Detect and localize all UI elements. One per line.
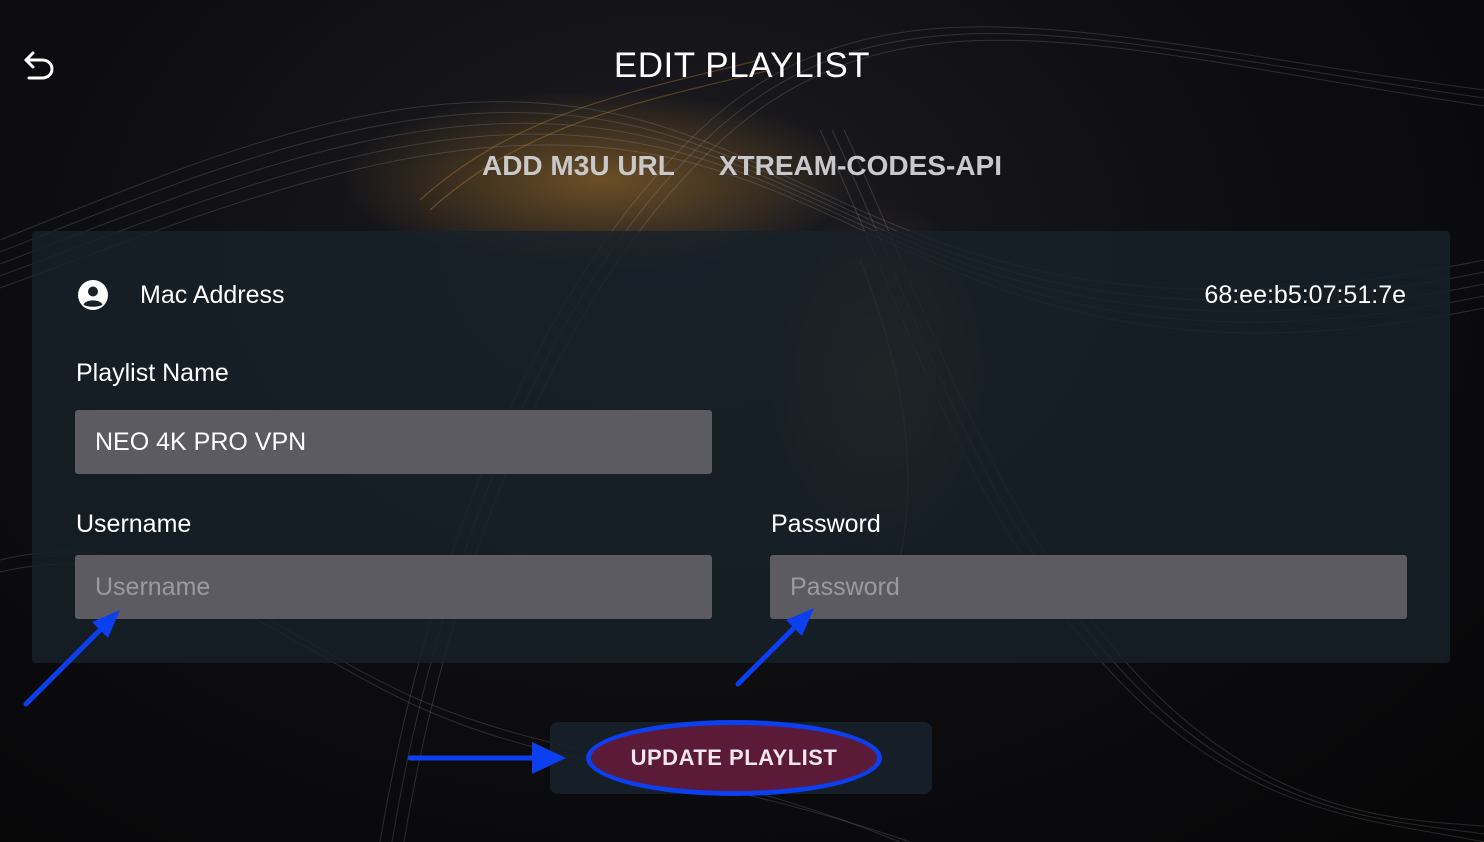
playlist-name-input[interactable]	[75, 410, 712, 474]
edit-playlist-screen: EDIT PLAYLIST ADD M3U URL XTREAM-CODES-A…	[0, 0, 1484, 842]
tab-xtream-codes-api[interactable]: XTREAM-CODES-API	[719, 148, 1002, 184]
mac-address-value: 68:ee:b5:07:51:7e	[1204, 280, 1406, 309]
username-input[interactable]	[75, 555, 712, 619]
username-label: Username	[76, 510, 192, 538]
update-playlist-button[interactable]: UPDATE PLAYLIST	[586, 720, 882, 796]
page-title: EDIT PLAYLIST	[613, 46, 871, 85]
user-circle-icon	[76, 278, 110, 312]
tab-bar: ADD M3U URL XTREAM-CODES-API	[0, 148, 1484, 184]
mac-address-row: Mac Address 68:ee:b5:07:51:7e	[76, 275, 1406, 315]
update-button-container: UPDATE PLAYLIST	[550, 720, 932, 796]
password-label: Password	[771, 510, 881, 538]
mac-address-label: Mac Address	[140, 280, 285, 309]
tab-add-m3u-url[interactable]: ADD M3U URL	[482, 148, 675, 184]
password-input[interactable]	[770, 555, 1407, 619]
playlist-name-label: Playlist Name	[76, 359, 229, 387]
playlist-form-panel: Mac Address 68:ee:b5:07:51:7e Playlist N…	[32, 231, 1450, 663]
